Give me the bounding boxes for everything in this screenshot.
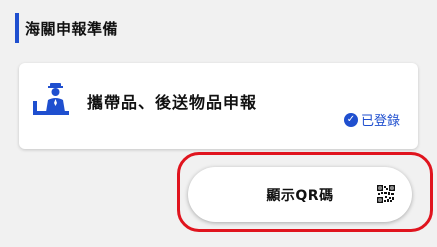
show-qr-code-button[interactable]: 顯示QR碼 — [188, 167, 412, 222]
customs-declaration-page: 海關申報準備 攜帶品、後送物品申報 ✓ 已登錄 顯示QR碼 — [0, 0, 437, 247]
status-badge: ✓ 已登錄 — [343, 110, 400, 129]
section-title: 海關申報準備 — [25, 19, 119, 38]
card-title: 攜帶品、後送物品申報 — [87, 93, 258, 112]
qr-button-label: 顯示QR碼 — [266, 187, 334, 204]
declaration-card[interactable]: 攜帶品、後送物品申報 ✓ 已登錄 — [19, 63, 418, 149]
check-circle-icon: ✓ — [343, 112, 358, 127]
customs-officer-icon — [31, 81, 71, 117]
qr-code-icon — [377, 185, 395, 203]
status-label: 已登錄 — [360, 114, 400, 129]
section-accent-bar — [15, 13, 19, 43]
section-header: 海關申報準備 — [15, 13, 118, 43]
